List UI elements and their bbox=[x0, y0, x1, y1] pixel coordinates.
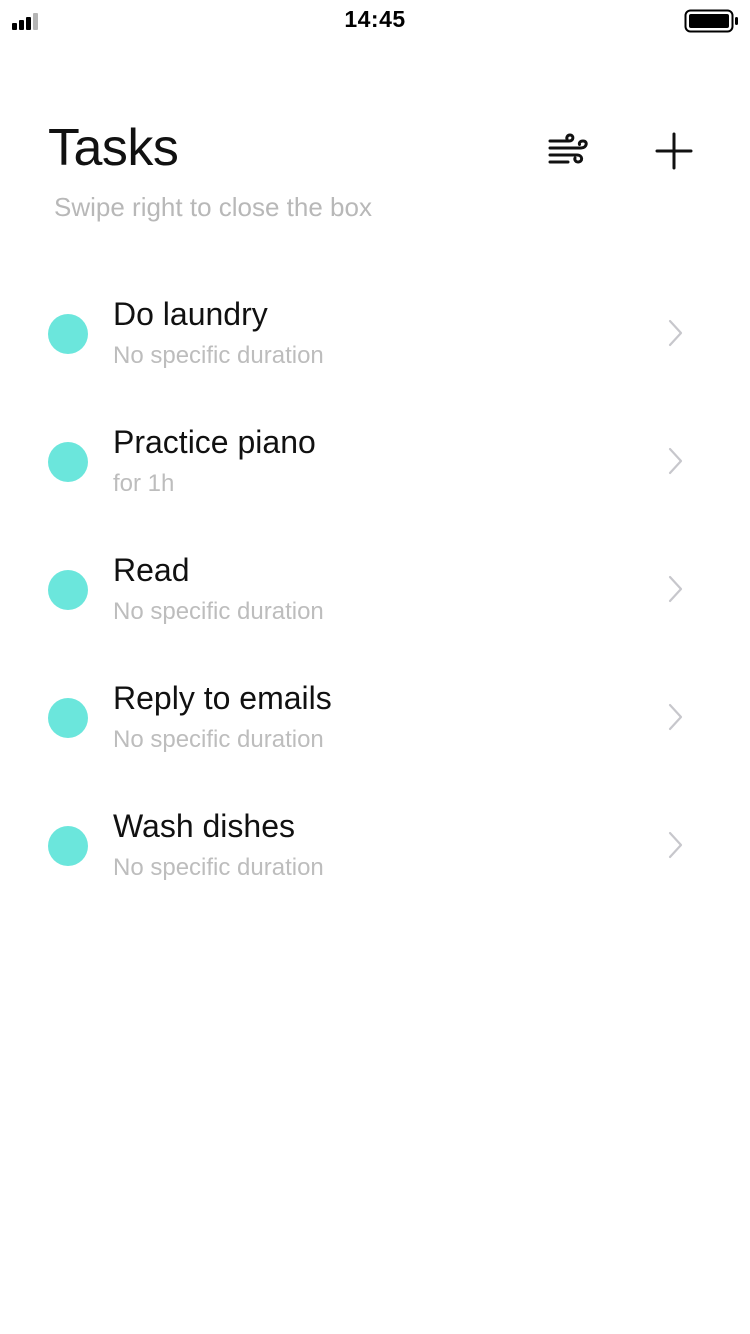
task-color-dot bbox=[48, 570, 88, 610]
chevron-right-icon bbox=[668, 831, 683, 859]
task-duration: No specific duration bbox=[113, 726, 324, 753]
task-color-dot bbox=[48, 442, 88, 482]
chevron-right-icon bbox=[668, 703, 683, 731]
plus-icon bbox=[655, 132, 693, 170]
chevron-right-icon bbox=[668, 575, 683, 603]
battery-icon bbox=[684, 9, 738, 33]
task-duration: No specific duration bbox=[113, 598, 324, 625]
add-task-button[interactable] bbox=[646, 123, 702, 179]
task-color-dot bbox=[48, 698, 88, 738]
task-item-reply-to-emails[interactable]: Reply to emails No specific duration bbox=[0, 654, 750, 782]
task-title: Do laundry bbox=[113, 296, 268, 332]
task-item-practice-piano[interactable]: Practice piano for 1h bbox=[0, 398, 750, 526]
task-title: Wash dishes bbox=[113, 808, 295, 844]
task-duration: No specific duration bbox=[113, 854, 324, 881]
task-list: Do laundry No specific duration Practice… bbox=[0, 270, 750, 910]
task-duration: for 1h bbox=[113, 470, 175, 497]
task-item-wash-dishes[interactable]: Wash dishes No specific duration bbox=[0, 782, 750, 910]
task-duration: No specific duration bbox=[113, 342, 324, 369]
task-title: Reply to emails bbox=[113, 680, 332, 716]
status-bar: 14:45 bbox=[0, 0, 750, 40]
task-item-do-laundry[interactable]: Do laundry No specific duration bbox=[0, 270, 750, 398]
task-title: Practice piano bbox=[113, 424, 316, 460]
chevron-right-icon bbox=[668, 447, 683, 475]
page-title: Tasks bbox=[48, 119, 179, 177]
status-time: 14:45 bbox=[344, 6, 406, 32]
task-title: Read bbox=[113, 552, 190, 588]
task-color-dot bbox=[48, 314, 88, 354]
task-item-read[interactable]: Read No specific duration bbox=[0, 526, 750, 654]
wind-filter-button[interactable] bbox=[541, 123, 597, 179]
chevron-right-icon bbox=[668, 319, 683, 347]
page-subtitle: Swipe right to close the box bbox=[54, 192, 372, 222]
wind-icon bbox=[548, 133, 588, 164]
task-color-dot bbox=[48, 826, 88, 866]
